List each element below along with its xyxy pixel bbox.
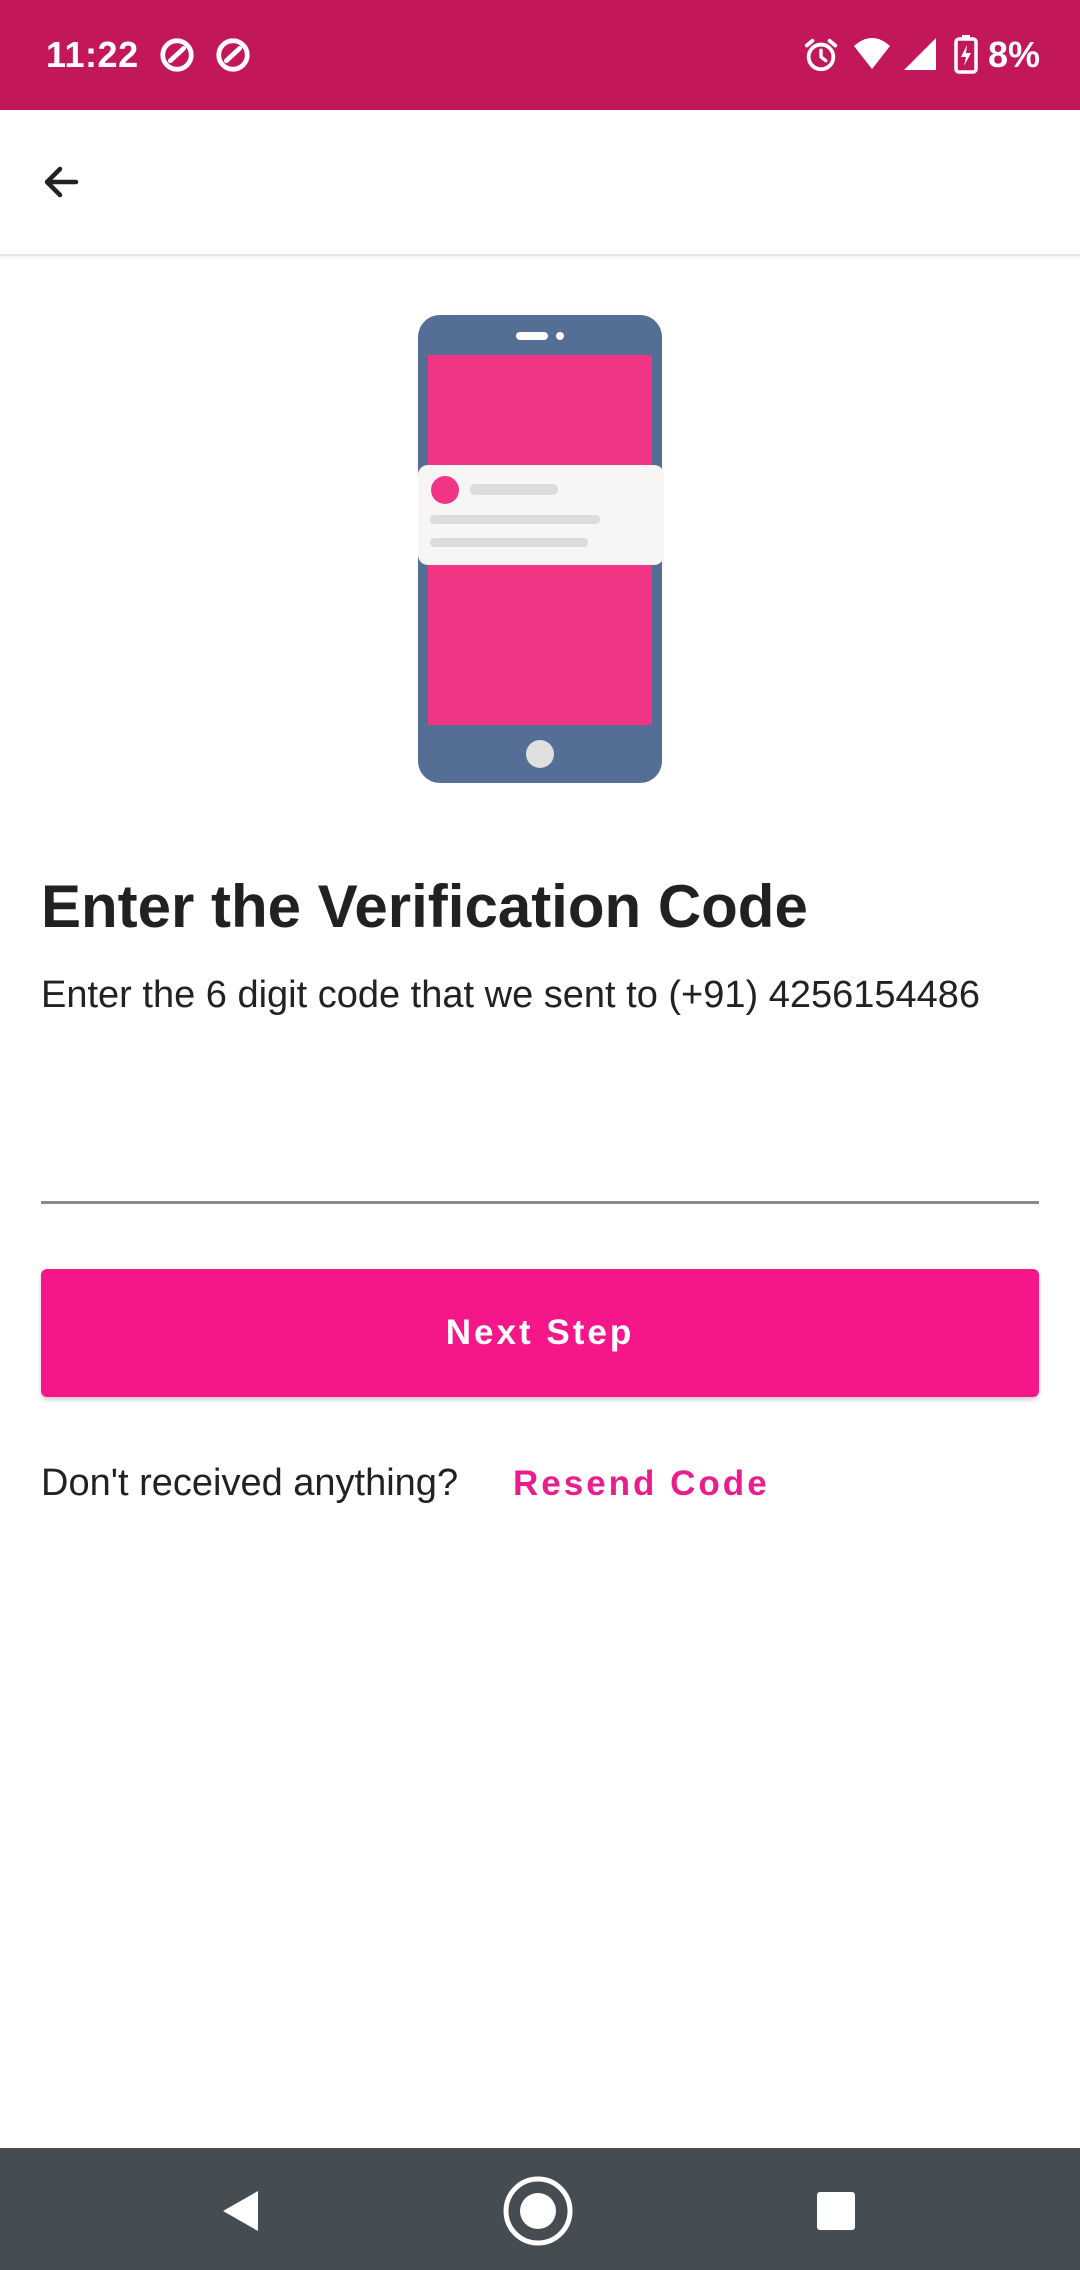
nav-back-icon[interactable] xyxy=(205,2176,275,2246)
notification-icon xyxy=(216,38,250,72)
app-bar xyxy=(0,110,1080,256)
phone-speaker xyxy=(516,332,548,340)
navigation-bar xyxy=(0,2148,1080,2270)
alarm-icon xyxy=(804,38,838,72)
page-subtitle: Enter the 6 digit code that we sent to (… xyxy=(41,974,981,1016)
verification-code-input[interactable] xyxy=(41,1100,1039,1204)
resend-prompt: Don't received anything? xyxy=(41,1462,459,1504)
battery-charging-icon xyxy=(954,35,978,74)
nav-recents-icon[interactable] xyxy=(801,2176,871,2246)
phone-home-button xyxy=(526,740,554,768)
status-bar: 11:22 8% xyxy=(0,0,1080,110)
status-time: 11:22 xyxy=(46,34,139,75)
nav-home-icon[interactable] xyxy=(503,2176,573,2246)
resend-code-link[interactable]: Resend Code xyxy=(513,1464,770,1504)
signal-icon xyxy=(904,38,936,70)
notification-avatar xyxy=(431,476,459,504)
battery-percentage: 8% xyxy=(988,34,1041,75)
phone-illustration xyxy=(418,315,664,783)
next-step-button[interactable]: Next Step xyxy=(41,1269,1039,1397)
wifi-icon xyxy=(854,38,890,69)
back-arrow-icon[interactable] xyxy=(30,150,94,214)
notification-icon xyxy=(160,38,194,72)
phone-camera xyxy=(556,332,564,340)
page-title: Enter the Verification Code xyxy=(41,873,808,940)
